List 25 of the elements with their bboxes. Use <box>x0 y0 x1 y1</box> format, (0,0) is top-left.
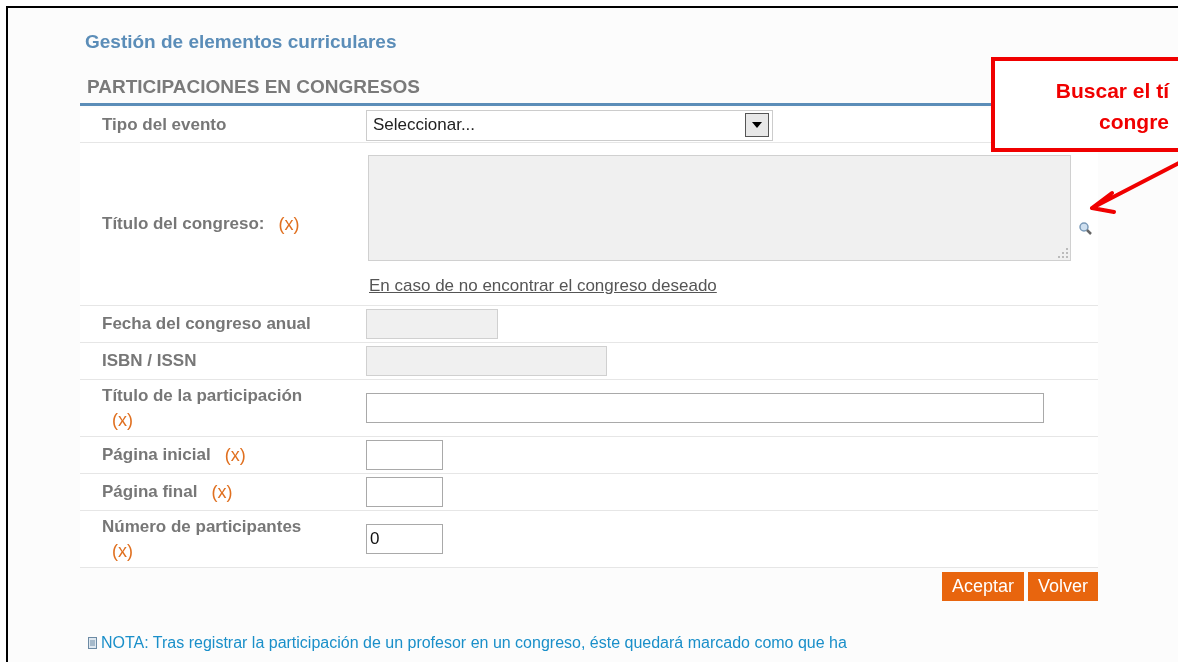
required-mark: (x) <box>224 443 246 467</box>
required-mark: (x) <box>211 480 233 504</box>
field-label: Fecha del congreso anual <box>102 312 311 335</box>
text-field[interactable]: 0 <box>366 523 443 554</box>
field-label: ISBN / ISSN <box>102 349 197 372</box>
field-label: Página final <box>102 480 198 503</box>
callout-text: Buscar el tí <box>1055 78 1169 104</box>
breadcrumb-title: Gestión de elementos curriculares <box>85 30 397 54</box>
callout-text: congre <box>1099 109 1169 135</box>
note-text: NOTA: Tras registrar la participación de un profesor en un congreso, éste quedará marcado como que ha <box>101 632 847 653</box>
required-mark: (x) <box>278 212 300 236</box>
text-field[interactable] <box>366 439 443 470</box>
required-mark: (x) <box>112 539 133 563</box>
field-label: Título de la participación <box>102 384 303 407</box>
field-label: Página inicial <box>102 443 211 466</box>
field-label: Título del congreso: <box>102 212 265 235</box>
search-icon[interactable] <box>1079 221 1092 235</box>
section-title: PARTICIPACIONES EN CONGRESOS <box>87 74 420 99</box>
required-mark: (x) <box>112 408 133 432</box>
event-type-select[interactable]: Seleccionar... <box>366 109 773 141</box>
field-label: Tipo del evento <box>102 114 227 136</box>
text-field[interactable] <box>366 392 1044 423</box>
field-label: Número de participantes <box>102 515 302 538</box>
text-field[interactable] <box>366 476 443 507</box>
document-icon <box>88 636 97 649</box>
